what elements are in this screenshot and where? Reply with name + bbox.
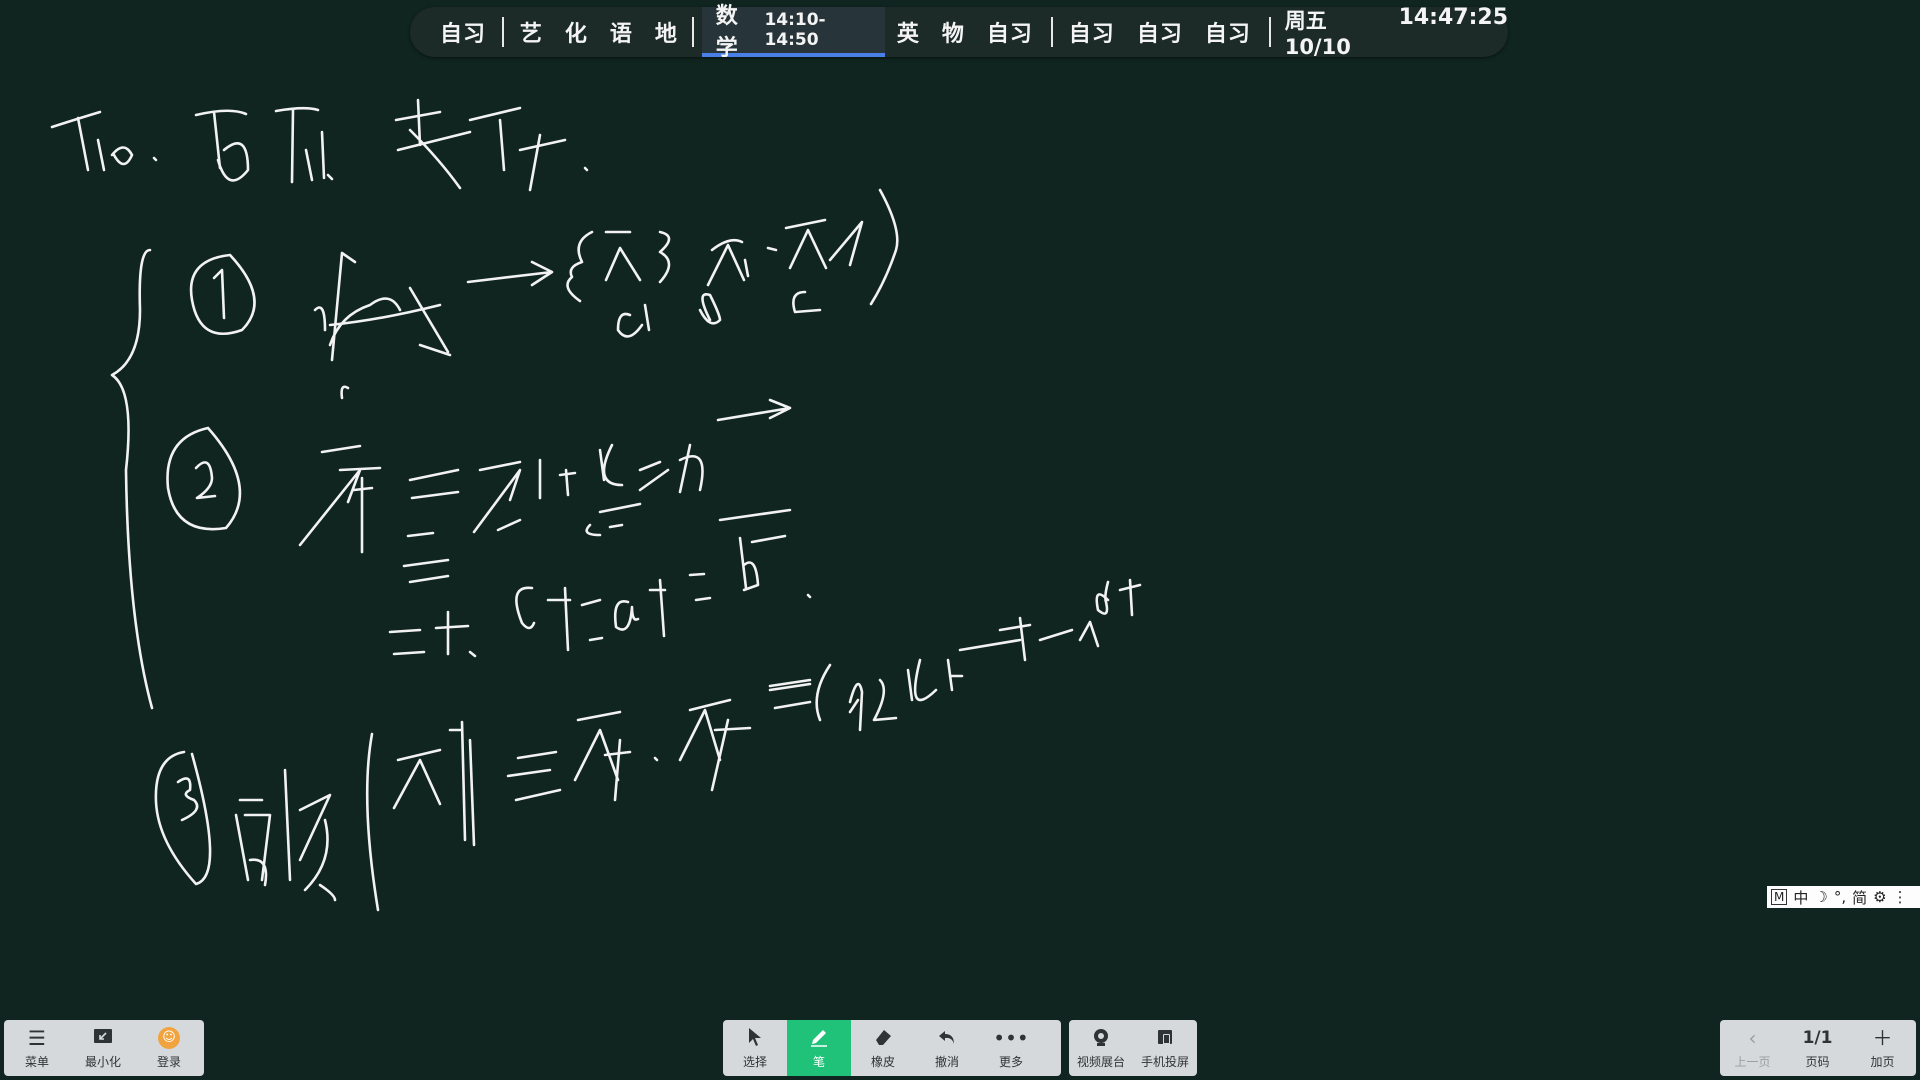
undo-label: 撤消 (934, 1054, 959, 1069)
eraser-tool-button[interactable]: 橡皮 (851, 1020, 915, 1076)
minimize-button[interactable]: 最小化 (70, 1020, 136, 1076)
minimize-icon (92, 1027, 114, 1051)
login-label: 登录 (156, 1054, 181, 1069)
schedule-item: 英 (896, 22, 920, 47)
handwriting-strokes (50, 98, 1142, 912)
schedule-item: 自习 (986, 22, 1033, 47)
page-toolbar: ‹ 上一页 1/1 页码 ＋ 加页 (1720, 1020, 1916, 1076)
schedule-divider (691, 17, 694, 47)
undo-icon (937, 1027, 957, 1051)
page-indicator[interactable]: 1/1 页码 (1785, 1020, 1850, 1076)
page-number: 1/1 (1802, 1027, 1833, 1048)
class-schedule-bar: 自习 艺 化 语 地 数学 14:10-14:50 英 物 自习 自习 自习 自… (410, 4, 1508, 61)
ime-logo-icon[interactable]: M (1771, 889, 1788, 905)
eraser-icon (873, 1027, 893, 1051)
schedule-item: 物 (941, 22, 965, 47)
schedule-item: 自习 (440, 22, 487, 47)
current-class-subject: 数学 (715, 4, 738, 61)
date-time: 周五 10/10 14:47:25 (1285, 5, 1508, 59)
schedule-group-3: 英 物 自习 (897, 16, 1055, 48)
ime-simplified-toggle[interactable]: 简 (1852, 887, 1867, 908)
add-page-label: 加页 (1870, 1054, 1895, 1069)
current-class: 数学 14:10-14:50 (701, 4, 885, 61)
menu-label: 菜单 (24, 1054, 49, 1069)
eraser-tool-label: 橡皮 (870, 1054, 895, 1069)
ime-more-icon[interactable]: ⋮ (1893, 888, 1908, 906)
clock-label: 14:47:25 (1398, 5, 1509, 30)
more-label: 更多 (998, 1054, 1023, 1069)
schedule-item: 自习 (1068, 22, 1115, 47)
current-class-time: 14:10-14:50 (764, 10, 826, 50)
ime-settings-icon[interactable]: ⚙ (1873, 888, 1886, 906)
select-tool-label: 选择 (742, 1054, 767, 1069)
add-page-button[interactable]: ＋ 加页 (1850, 1020, 1915, 1076)
plus-icon: ＋ (1872, 1025, 1893, 1050)
phone-cast-icon (1155, 1027, 1175, 1051)
ime-status-bar[interactable]: M 中 ☽ °, 简 ⚙ ⋮ (1767, 886, 1920, 908)
cursor-icon (747, 1027, 763, 1051)
undo-button[interactable]: 撤消 (915, 1020, 979, 1076)
more-button[interactable]: ••• 更多 (979, 1020, 1043, 1076)
schedule-group-4: 自习 自习 自习 (1069, 16, 1273, 48)
schedule-item: 语 (609, 22, 633, 47)
schedule-item: 自习 (1204, 22, 1251, 47)
ime-punctuation-toggle[interactable]: °, (1834, 888, 1846, 906)
prev-page-label: 上一页 (1734, 1054, 1771, 1069)
pen-icon (809, 1027, 829, 1051)
whiteboard-canvas[interactable] (0, 0, 1920, 1080)
ime-mode-toggle[interactable]: 中 (1793, 887, 1808, 908)
page-number-label: 页码 (1805, 1054, 1830, 1069)
video-booth-button[interactable]: 视频展台 (1069, 1020, 1133, 1076)
schedule-item: 地 (654, 22, 678, 47)
chevron-left-icon: ‹ (1748, 1025, 1757, 1050)
menu-icon: ☰ (28, 1025, 46, 1050)
select-tool-button[interactable]: 选择 (723, 1020, 787, 1076)
phone-cast-button[interactable]: 手机投屏 (1133, 1020, 1197, 1076)
pen-tool-label: 笔 (812, 1054, 825, 1069)
schedule-divider (1268, 17, 1271, 47)
left-toolbar: ☰ 菜单 最小化 ☺ 登录 (4, 1020, 204, 1076)
schedule-divider (1050, 17, 1053, 47)
avatar-icon: ☺ (158, 1026, 180, 1049)
schedule-item: 艺 (519, 22, 543, 47)
ime-moon-icon[interactable]: ☽ (1814, 888, 1827, 906)
schedule-group-2: 艺 化 语 地 (520, 16, 700, 48)
pen-tool-button[interactable]: 笔 (787, 1020, 851, 1076)
schedule-item: 化 (564, 22, 588, 47)
prev-page-button[interactable]: ‹ 上一页 (1720, 1020, 1785, 1076)
date-label: 周五 10/10 (1284, 9, 1351, 59)
schedule-item: 自习 (1136, 22, 1183, 47)
schedule-group-1: 自习 (440, 16, 508, 48)
login-button[interactable]: ☺ 登录 (136, 1020, 202, 1076)
media-toolbar: 视频展台 手机投屏 (1069, 1020, 1197, 1076)
schedule-divider (502, 17, 504, 47)
video-booth-label: 视频展台 (1076, 1054, 1125, 1069)
more-icon: ••• (993, 1025, 1029, 1050)
drawing-toolbar: 选择 笔 橡皮 撤消 ••• 更多 (723, 1020, 1061, 1076)
minimize-label: 最小化 (84, 1054, 121, 1069)
menu-button[interactable]: ☰ 菜单 (4, 1020, 70, 1076)
phone-cast-label: 手机投屏 (1140, 1054, 1189, 1069)
camera-icon (1091, 1027, 1111, 1051)
